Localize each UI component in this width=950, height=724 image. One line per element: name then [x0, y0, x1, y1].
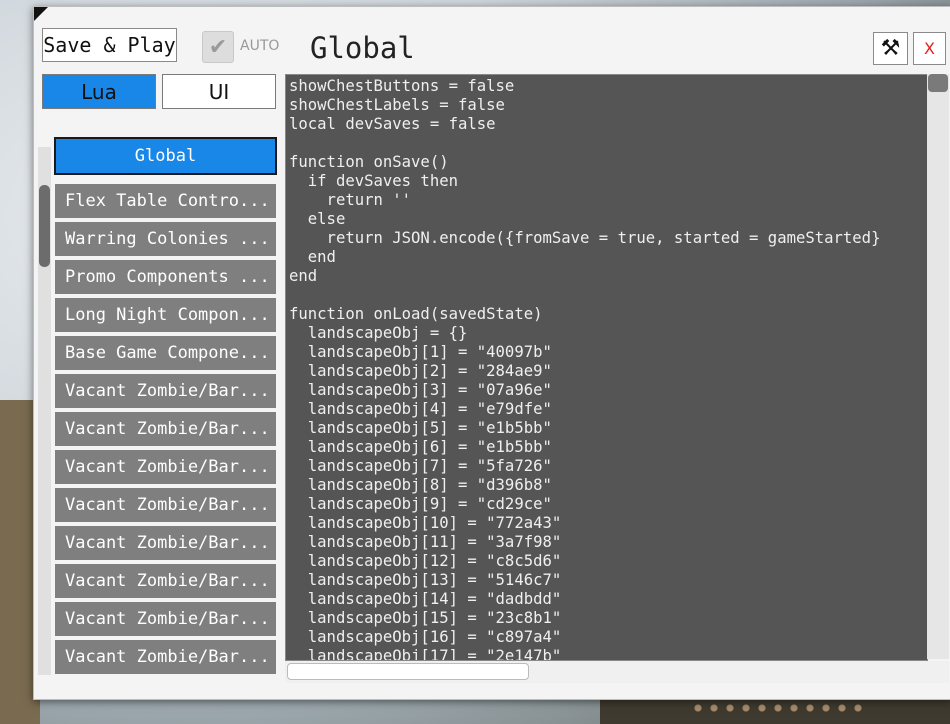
list-item[interactable]: Promo Components ...: [54, 259, 277, 295]
tab-lua[interactable]: Lua: [42, 74, 156, 109]
board-decoration: [690, 700, 870, 720]
list-item[interactable]: Vacant Zombie/Bar...: [54, 601, 277, 637]
list-item[interactable]: Vacant Zombie/Bar...: [54, 449, 277, 485]
list-item[interactable]: Vacant Zombie/Bar...: [54, 487, 277, 523]
code-text[interactable]: showChestButtons = false showChestLabels…: [286, 75, 927, 660]
auto-checkbox[interactable]: ✔: [202, 31, 234, 63]
editor-horizontal-scroll-thumb[interactable]: [287, 663, 529, 680]
script-editor-window: Save & Play ✔ AUTO Global ⚒ X Lua UI Glo…: [33, 6, 950, 700]
tab-ui[interactable]: UI: [162, 74, 276, 109]
list-item[interactable]: Global: [54, 137, 277, 175]
tools-button[interactable]: ⚒: [873, 32, 908, 65]
close-button[interactable]: X: [913, 32, 946, 65]
object-list: Global Flex Table Contro... Warring Coloni…: [54, 137, 277, 677]
list-item[interactable]: Vacant Zombie/Bar...: [54, 639, 277, 675]
window-corner-handle[interactable]: [34, 7, 48, 21]
checkmark-icon: ✔: [208, 34, 228, 60]
editor-vertical-scroll-thumb[interactable]: [928, 74, 948, 92]
list-item[interactable]: Flex Table Contro...: [54, 183, 277, 219]
list-item[interactable]: Base Game Compone...: [54, 335, 277, 371]
list-item[interactable]: Vacant Zombie/Bar...: [54, 525, 277, 561]
list-item[interactable]: Vacant Zombie/Bar...: [54, 373, 277, 409]
save-and-play-button[interactable]: Save & Play: [42, 28, 177, 62]
list-item[interactable]: Vacant Zombie/Bar...: [54, 411, 277, 447]
hammer-wrench-icon: ⚒: [880, 36, 901, 61]
editor-vertical-scrollbar[interactable]: [927, 74, 949, 659]
editor-title: Global: [310, 31, 415, 65]
auto-label: AUTO: [240, 38, 280, 54]
list-item[interactable]: Vacant Zombie/Bar...: [54, 563, 277, 599]
list-item[interactable]: Warring Colonies ...: [54, 221, 277, 257]
list-item[interactable]: Long Night Compon...: [54, 297, 277, 333]
sidebar-scroll-thumb[interactable]: [39, 185, 50, 267]
code-editor[interactable]: showChestButtons = false showChestLabels…: [285, 74, 928, 661]
